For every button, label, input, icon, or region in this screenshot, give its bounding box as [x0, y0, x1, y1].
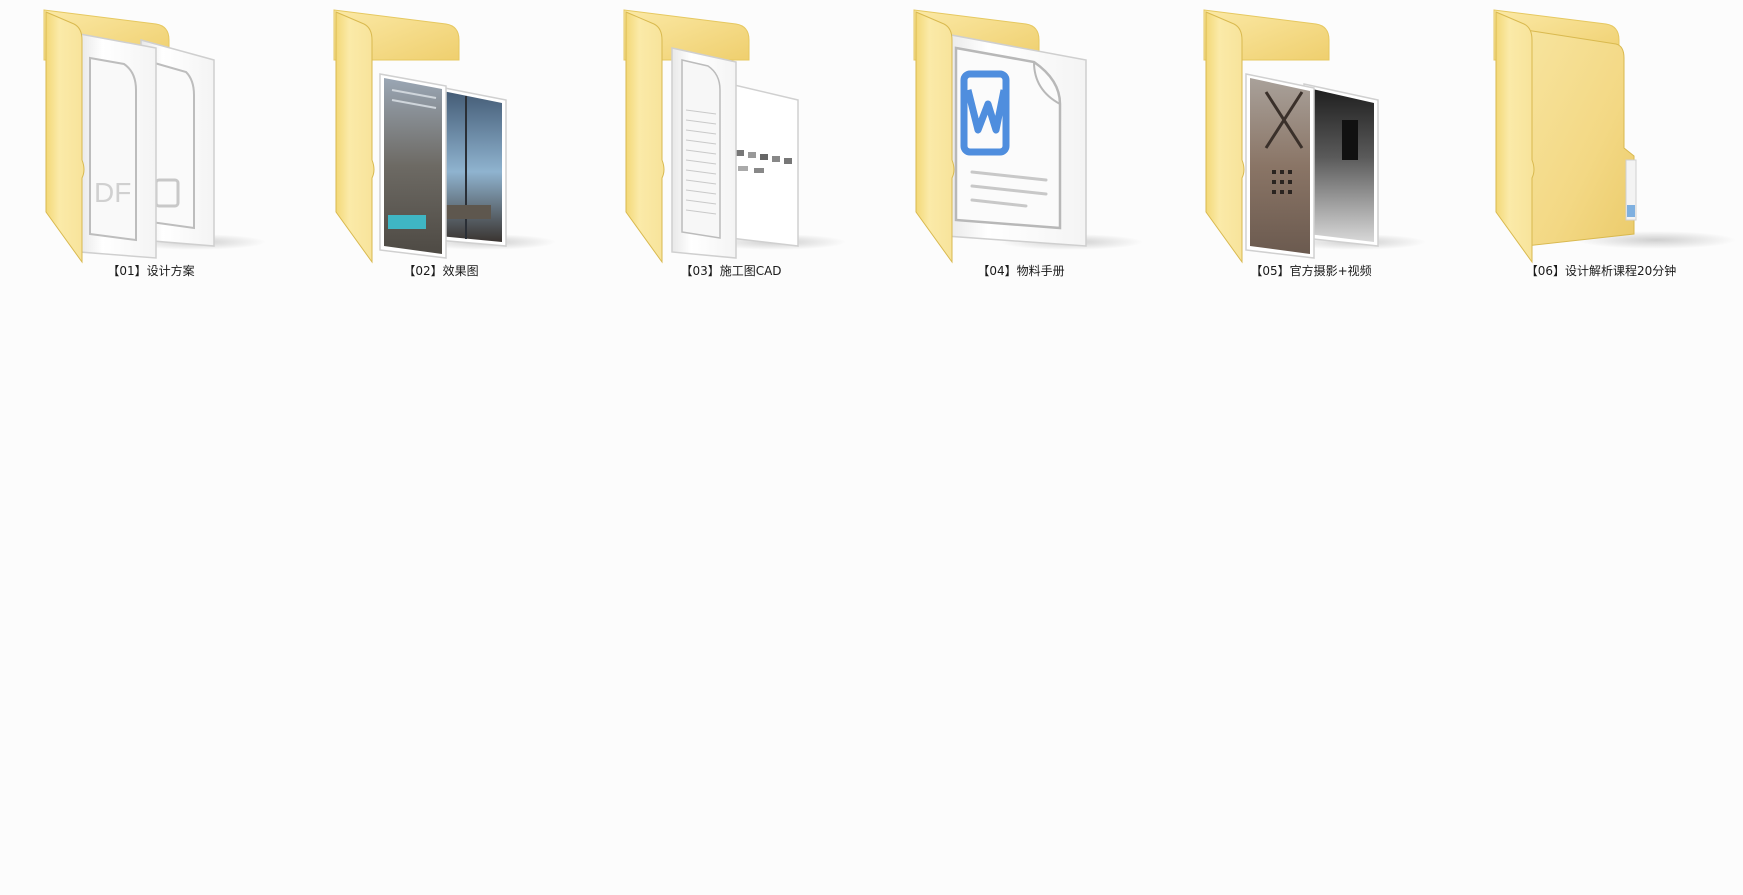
photography-images-icon — [1245, 73, 1379, 259]
cad-drawing-sheets-icon — [671, 47, 799, 259]
folder-grid: DF 【01】设计方案 【02】效果图 【03】施工图CAD 【04】物料手册 … — [0, 0, 1743, 300]
word-document-icon — [945, 33, 1087, 247]
pdf-documents-icon: DF — [79, 33, 215, 259]
folder-icon — [1493, 9, 1736, 264]
empty-folder-icon — [1525, 29, 1637, 247]
folder-item-02[interactable]: 【02】效果图 — [296, 0, 586, 290]
folder-item-01[interactable]: DF 【01】设计方案 — [6, 0, 296, 290]
folder-label: 【06】设计解析课程20分钟 — [1525, 264, 1677, 278]
folder-label: 【02】效果图 — [403, 264, 479, 278]
folder-icon — [1203, 9, 1426, 264]
folder-label: 【05】官方摄影+视频 — [1250, 264, 1372, 278]
svg-text:DF: DF — [94, 177, 131, 208]
folder-item-04[interactable]: 【04】物料手册 — [876, 0, 1166, 290]
folder-label: 【01】设计方案 — [107, 264, 195, 278]
folder-label: 【04】物料手册 — [977, 264, 1065, 278]
folder-icon: DF — [43, 9, 266, 264]
folder-item-06[interactable]: 【06】设计解析课程20分钟 — [1456, 0, 1743, 290]
folder-item-05[interactable]: 【05】官方摄影+视频 — [1166, 0, 1456, 290]
folder-icon — [913, 9, 1143, 264]
folder-icon — [623, 9, 846, 264]
folder-icon — [333, 9, 556, 264]
folder-item-03[interactable]: 【03】施工图CAD — [586, 0, 876, 290]
interior-render-photos-icon — [379, 73, 507, 259]
folder-label: 【03】施工图CAD — [680, 264, 782, 278]
